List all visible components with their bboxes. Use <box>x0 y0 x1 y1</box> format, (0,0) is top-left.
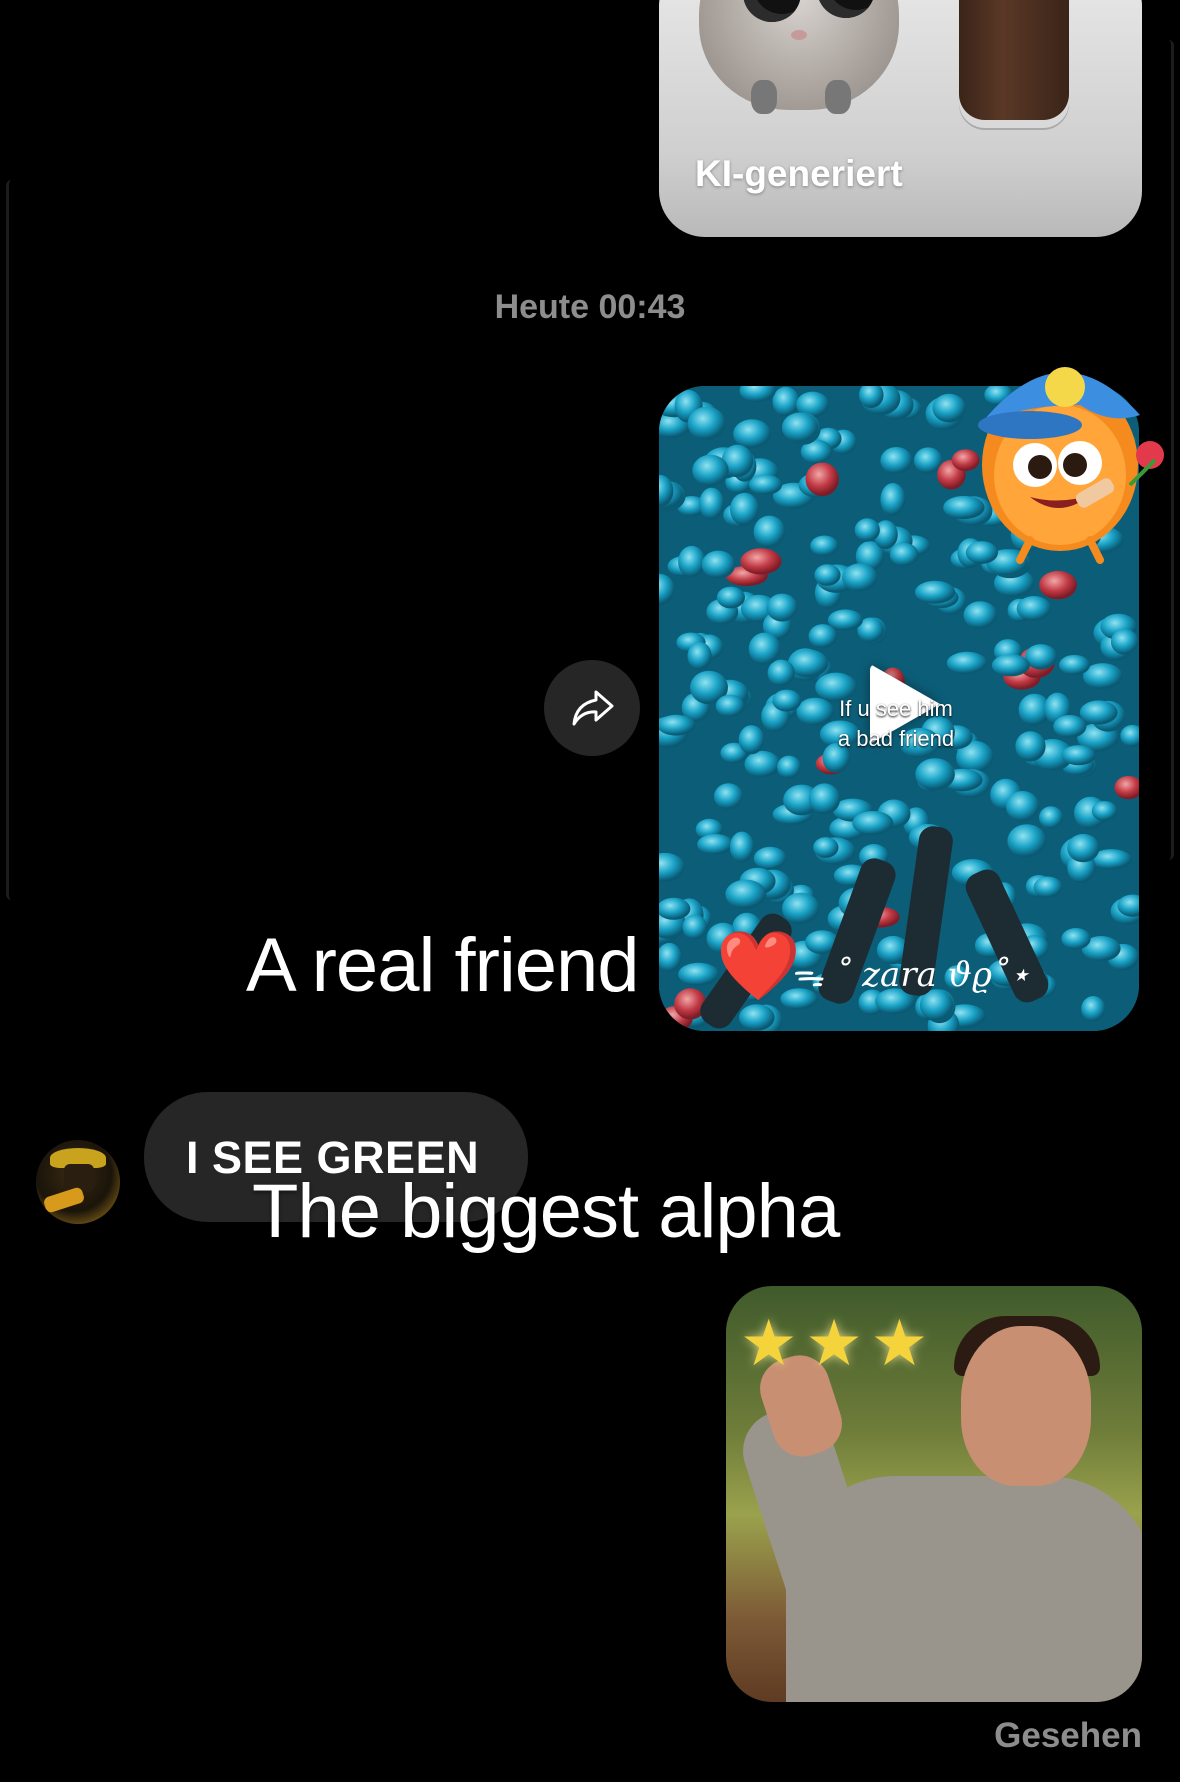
ai-generated-image-message[interactable]: KI-generiert <box>659 0 1142 237</box>
message-timestamp: Heute 00:43 <box>494 288 686 326</box>
share-arrow-icon <box>572 690 614 726</box>
share-button[interactable] <box>544 660 640 756</box>
avatar[interactable] <box>36 1140 120 1224</box>
caption-biggest-alpha: The biggest alpha <box>252 1169 840 1254</box>
username-tag: ᯓ ˚ zara 𝜗𝜚˚⋆ <box>790 955 1031 995</box>
star-rating-icon: ★★★ <box>740 1307 937 1379</box>
seen-status: Gesehen <box>994 1716 1142 1755</box>
cartoon-sticker-icon <box>978 367 1164 564</box>
chocolate-drink-image <box>959 0 1069 120</box>
video-caption: If u see him a bad friend <box>837 696 955 751</box>
heart-emoji: ❤️ <box>716 928 801 1004</box>
ai-generated-label: KI-generiert <box>695 153 903 194</box>
photo-message[interactable]: ★★★ <box>726 1286 1142 1702</box>
hamster-image <box>699 0 899 114</box>
caption-real-friend: A real friend <box>246 923 640 1008</box>
